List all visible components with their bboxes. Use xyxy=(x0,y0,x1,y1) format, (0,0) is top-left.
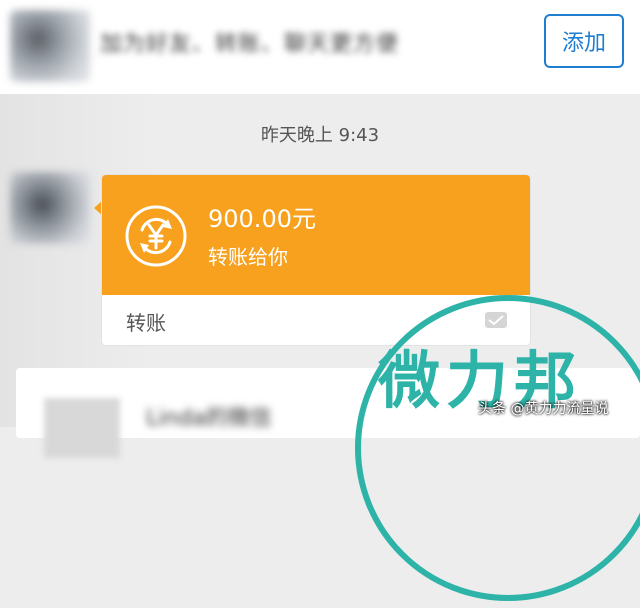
banner-hint-text: 加为好友、转账、聊天更方便 xyxy=(100,32,400,57)
watermark-credit: 头条 @黄力力流量说 xyxy=(478,401,609,417)
add-friend-banner: 加为好友、转账、聊天更方便 添加 xyxy=(0,0,640,94)
contact-card-avatar xyxy=(44,398,120,458)
yuan-transfer-icon xyxy=(125,205,187,267)
transfer-bubble-header: 900.00元 转账给你 xyxy=(102,175,530,295)
transfer-amount: 900.00元 xyxy=(208,205,316,233)
message-timestamp: 昨天晚上 9:43 xyxy=(260,125,380,146)
contact-card-name: Linda的微信 xyxy=(146,406,272,431)
transfer-type-label: 转账 xyxy=(126,311,166,335)
transfer-description: 转账给你 xyxy=(208,245,288,269)
sender-avatar[interactable] xyxy=(10,172,90,244)
add-friend-button[interactable]: 添加 xyxy=(544,14,624,68)
contact-avatar[interactable] xyxy=(10,10,90,82)
